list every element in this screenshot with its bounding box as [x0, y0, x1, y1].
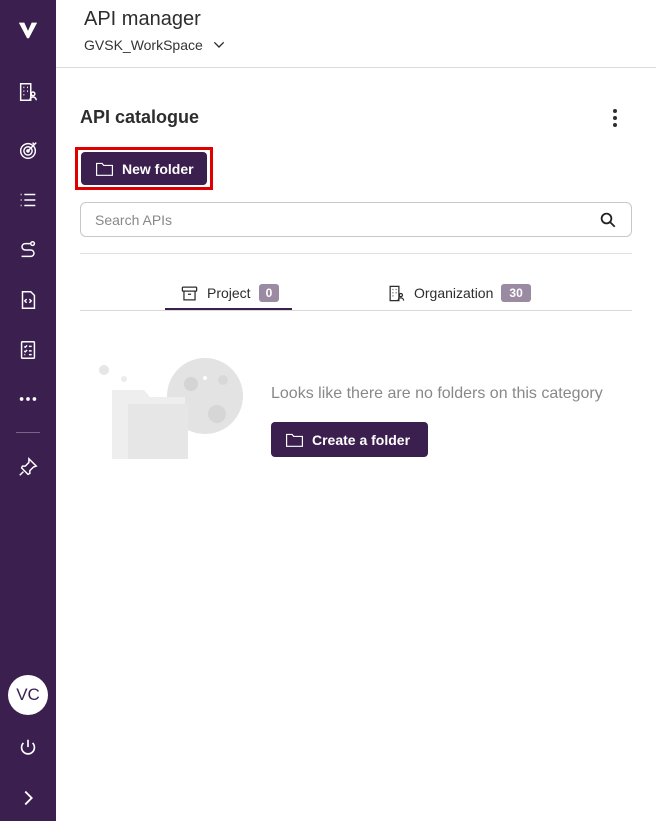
list-icon[interactable] — [8, 182, 48, 218]
folder-icon — [95, 162, 114, 176]
kebab-menu-icon[interactable] — [604, 107, 626, 129]
tab-organization[interactable]: Organization 30 — [387, 282, 531, 304]
folder-icon — [285, 433, 304, 447]
page-header: API manager GVSK_WorkSpace — [56, 0, 656, 68]
chevron-down-icon — [213, 41, 224, 48]
building-person-icon[interactable] — [8, 74, 48, 110]
divider — [80, 253, 632, 254]
section-title: API catalogue — [80, 107, 200, 127]
route-icon[interactable] — [8, 232, 48, 268]
building-person-icon — [389, 285, 405, 301]
pin-icon[interactable] — [8, 449, 48, 485]
new-folder-label: New folder — [122, 160, 194, 177]
count-badge: 30 — [501, 284, 531, 302]
more-icon[interactable] — [8, 381, 48, 417]
power-icon[interactable] — [8, 730, 48, 766]
tab-label: Project — [207, 285, 251, 301]
empty-folder-illustration — [99, 358, 243, 459]
create-folder-label: Create a folder — [312, 431, 411, 448]
chevron-right-icon[interactable] — [8, 780, 48, 816]
code-document-icon[interactable] — [8, 282, 48, 318]
search-input[interactable]: Search APIs — [80, 202, 632, 237]
tab-project[interactable]: Project 0 — [180, 282, 280, 304]
create-folder-button[interactable]: Create a folder — [271, 422, 428, 457]
archive-box-icon — [181, 286, 198, 300]
sidebar: VC — [0, 0, 56, 821]
avatar[interactable]: VC — [8, 675, 48, 715]
page-title: API manager — [84, 8, 201, 30]
workspace-name: GVSK_WorkSpace — [84, 37, 203, 53]
count-badge: 0 — [258, 284, 280, 302]
checklist-icon[interactable] — [8, 332, 48, 368]
tabs-divider — [80, 310, 632, 311]
tab-label: Organization — [414, 285, 494, 301]
app-root: VC API manager GVSK_WorkSpace API catalo… — [0, 0, 656, 821]
logo-icon[interactable] — [8, 12, 48, 48]
search-placeholder: Search APIs — [95, 211, 173, 228]
sidebar-divider — [16, 432, 40, 433]
search-icon[interactable] — [599, 211, 617, 229]
empty-state-message: Looks like there are no folders on this … — [271, 385, 603, 402]
new-folder-button[interactable]: New folder — [81, 152, 207, 185]
workspace-selector[interactable]: GVSK_WorkSpace — [84, 37, 227, 53]
target-icon[interactable] — [8, 132, 48, 168]
